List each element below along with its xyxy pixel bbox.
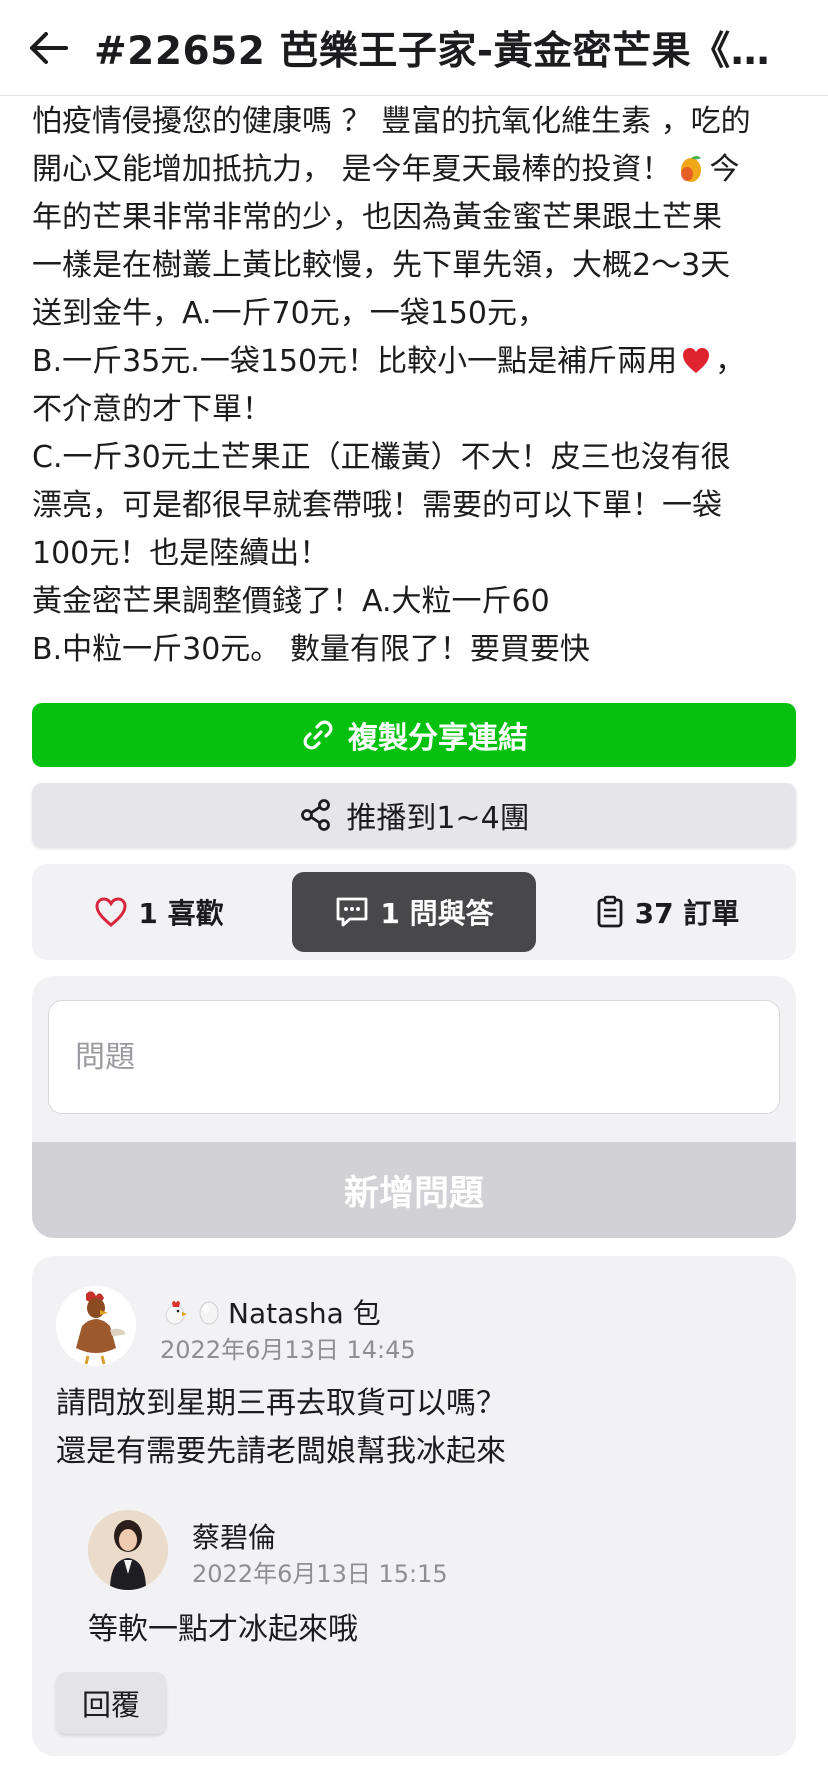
reply-button[interactable]: 回覆 bbox=[56, 1672, 166, 1734]
chicken-icon bbox=[165, 1301, 187, 1325]
description-line: 不介意的才下單！ bbox=[32, 392, 272, 427]
add-question-button[interactable]: 新增問題 bbox=[32, 1142, 796, 1238]
ask-question-panel: 新增問題 bbox=[32, 976, 796, 1238]
description-line: C.一斤30元土芒果正（正欉黃）不大！皮三也沒有很 bbox=[32, 440, 731, 475]
description-line: 年的芒果非常非常的少，也因為黃金蜜芒果跟土芒果 bbox=[32, 200, 722, 235]
question-line: 請問放到星期三再去取貨可以嗎？ bbox=[56, 1386, 506, 1421]
description-line: B.中粒一斤30元。 數量有限了！要買要快 bbox=[32, 632, 590, 667]
question-line: 還是有需要先請老闆娘幫我冰起來 bbox=[56, 1434, 506, 1469]
description-line: 漂亮，可是都很早就套帶哦！需要的可以下單！一袋 bbox=[32, 488, 722, 523]
top-bar: #22652 芭樂王子家-黃金密芒果《許… bbox=[0, 0, 828, 96]
question-text: 請問放到星期三再去取貨可以嗎？ 還是有需要先請老闆娘幫我冰起來 bbox=[56, 1380, 506, 1476]
question-timestamp: 2022年6月13日 14:45 bbox=[160, 1336, 416, 1364]
tab-likes[interactable]: 1 喜歡 bbox=[46, 872, 272, 952]
description-line: 一樣是在樹叢上黃比較慢，先下單先領，大概2～3天 bbox=[32, 248, 731, 283]
chat-bubble-icon bbox=[336, 897, 368, 927]
link-icon bbox=[303, 720, 333, 750]
reply-timestamp: 2022年6月13日 15:15 bbox=[192, 1560, 448, 1588]
question-input[interactable] bbox=[48, 1000, 780, 1114]
tab-likes-label: 1 喜歡 bbox=[138, 897, 224, 930]
description-line: 開心又能增加抵抗力， 是今年夏天最棒的投資！今 bbox=[32, 152, 740, 187]
qa-thread: Natasha 包 2022年6月13日 14:45 請問放到星期三再去取貨可以… bbox=[32, 1256, 796, 1756]
description-line: 怕疫情侵擾您的健康嗎 ？ 豐富的抗氧化維生素 ，吃的 bbox=[32, 104, 751, 139]
back-arrow-icon bbox=[30, 31, 68, 64]
share-icon bbox=[301, 799, 331, 831]
description-line: 送到金牛，A.一斤70元，一袋150元， bbox=[32, 296, 547, 331]
reply-text: 等軟一點才冰起來哦 bbox=[88, 1612, 358, 1647]
push-to-groups-button[interactable]: 推播到1~4團 bbox=[32, 783, 796, 847]
back-button[interactable] bbox=[24, 24, 72, 72]
seller-avatar-image bbox=[88, 1510, 168, 1590]
page-title: #22652 芭樂王子家-黃金密芒果《許… bbox=[94, 28, 794, 74]
clipboard-icon bbox=[597, 895, 623, 928]
product-description: 怕疫情侵擾您的健康嗎 ？ 豐富的抗氧化維生素 ，吃的 開心又能增加抵抗力， 是今… bbox=[32, 98, 802, 674]
egg-icon bbox=[199, 1301, 219, 1325]
rooster-avatar-image bbox=[56, 1286, 136, 1366]
description-line: 黃金密芒果調整價錢了！A.大粒一斤60 bbox=[32, 584, 550, 619]
avatar bbox=[88, 1510, 168, 1590]
red-heart-icon bbox=[683, 348, 710, 373]
copy-share-link-button[interactable]: 複製分享連結 bbox=[32, 703, 796, 767]
reply-author-name: 蔡碧倫 bbox=[192, 1521, 277, 1554]
tab-qa[interactable]: 1 問與答 bbox=[292, 872, 536, 952]
description-line: B.一斤35元.一袋150元！比較小一點是補斤兩用， bbox=[32, 344, 746, 379]
mango-icon bbox=[680, 156, 701, 182]
push-to-groups-label: 推播到1~4團 bbox=[346, 801, 530, 836]
question-author: Natasha 包 bbox=[160, 1292, 381, 1332]
tab-orders-label: 37 訂單 bbox=[634, 897, 740, 930]
copy-share-link-label: 複製分享連結 bbox=[348, 721, 528, 756]
tab-bar: 1 喜歡 1 問與答 37 訂單 bbox=[32, 864, 796, 960]
avatar bbox=[56, 1286, 136, 1366]
question-author-name: Natasha 包 bbox=[228, 1297, 381, 1330]
tab-qa-label: 1 問與答 bbox=[380, 897, 494, 930]
tab-orders[interactable]: 37 訂單 bbox=[552, 872, 782, 952]
description-line: 100元！也是陸續出！ bbox=[32, 536, 330, 571]
heart-outline-icon bbox=[95, 897, 127, 927]
